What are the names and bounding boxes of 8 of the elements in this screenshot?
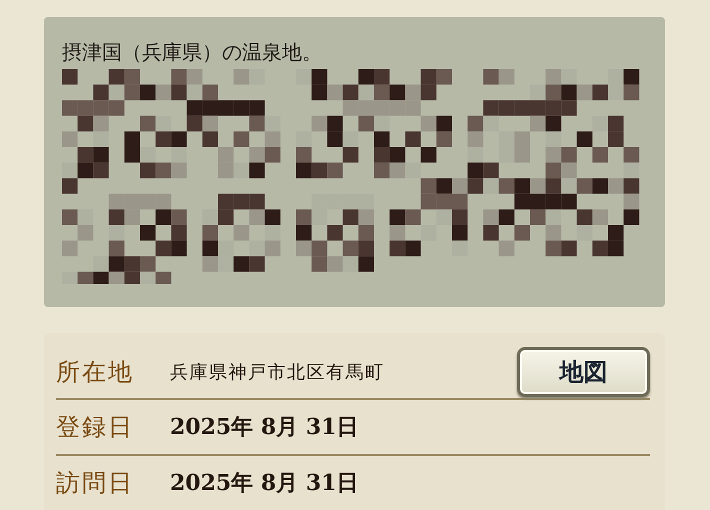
field-label: 所在地 (56, 356, 135, 388)
field-label: 訪問日 (56, 468, 135, 499)
map-button[interactable]: 地図 (517, 346, 650, 396)
address-text: 兵庫県神戸市北区有馬町 (170, 360, 384, 384)
date-text: 2025年 8月 31日 (170, 413, 358, 442)
description-text: 摂津国（兵庫県）の温泉地。 (62, 39, 323, 65)
field-label: 登録日 (56, 412, 135, 443)
date-text: 2025年 8月 31日 (170, 469, 358, 498)
